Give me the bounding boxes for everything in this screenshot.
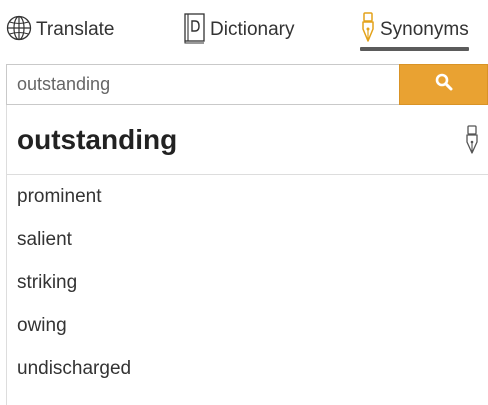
mode-tabs: Translate Dictionary Synonyms: [0, 0, 488, 62]
search-input[interactable]: [6, 64, 399, 105]
synonym-list: prominent salient striking owing undisch…: [7, 175, 488, 390]
search-icon: [434, 72, 454, 97]
pen-nib-icon: [360, 11, 376, 49]
tab-synonyms-label: Synonyms: [380, 19, 469, 40]
pen-nib-icon[interactable]: [464, 125, 480, 155]
search-button[interactable]: [399, 64, 488, 105]
tab-dictionary[interactable]: Dictionary: [182, 12, 294, 48]
tab-translate-label: Translate: [36, 19, 115, 40]
synonym-item[interactable]: prominent: [7, 175, 488, 218]
synonym-item[interactable]: owing: [7, 304, 488, 347]
search-bar: [6, 64, 488, 106]
globe-icon: [6, 15, 32, 46]
synonym-item[interactable]: undischarged: [7, 347, 488, 390]
tab-synonyms[interactable]: Synonyms: [360, 11, 469, 51]
headword-title: outstanding: [17, 124, 178, 155]
synonym-item[interactable]: striking: [7, 261, 488, 304]
headword-row: outstanding: [7, 105, 488, 175]
tab-translate[interactable]: Translate: [6, 12, 115, 48]
active-tab-indicator: [360, 47, 469, 51]
synonym-item[interactable]: salient: [7, 218, 488, 261]
tab-dictionary-label: Dictionary: [210, 19, 295, 40]
dictionary-book-icon: [182, 12, 206, 49]
synonyms-panel: outstanding prominent salient striking o…: [6, 105, 488, 405]
